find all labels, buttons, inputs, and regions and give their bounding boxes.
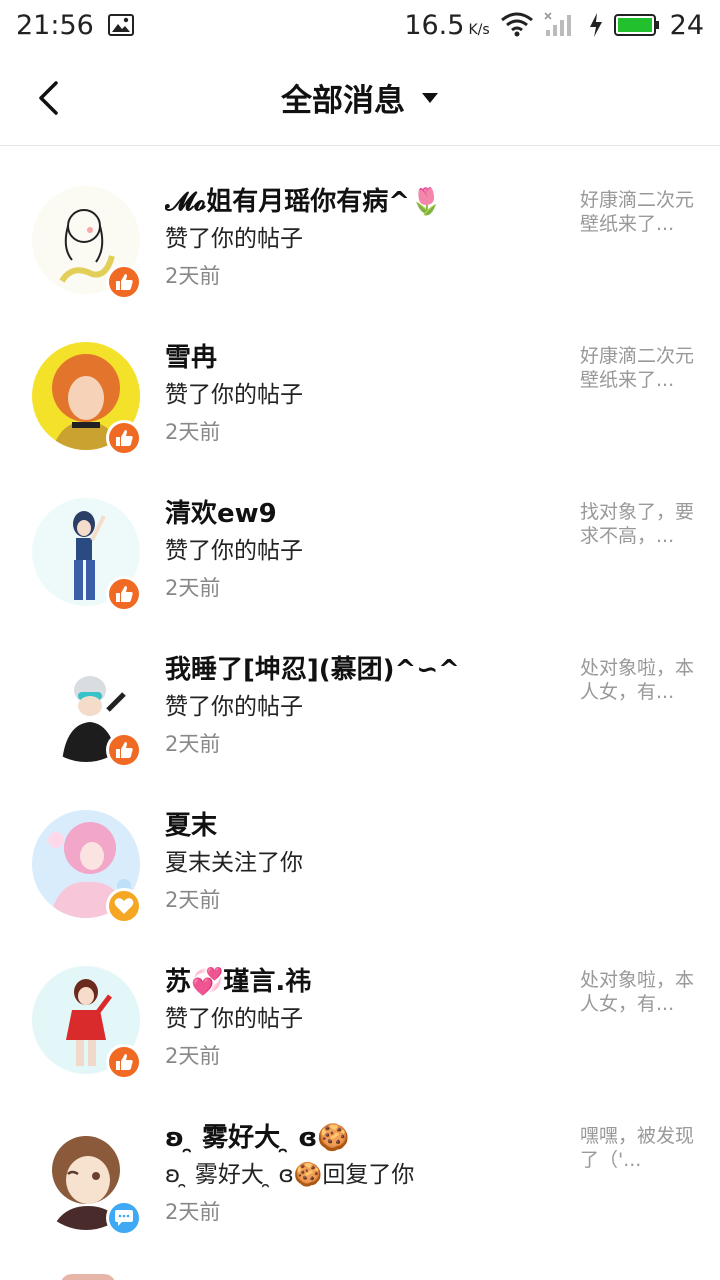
follow-badge [106, 888, 142, 924]
timestamp: 2天前 [165, 420, 221, 444]
avatar-wrap [32, 342, 142, 456]
avatar-wrap [32, 810, 142, 924]
like-badge [106, 420, 142, 456]
timestamp: 2天前 [165, 888, 221, 912]
timestamp: 2天前 [165, 264, 221, 288]
timestamp: 2天前 [165, 732, 221, 756]
caret-down-icon [422, 92, 438, 103]
post-preview[interactable]: 找对象了，要求不高，... [580, 500, 700, 548]
top-bar: 全部消息 [0, 50, 720, 146]
timestamp: 2天前 [165, 576, 221, 600]
message-item[interactable]: ʚ ̯ 雾好大 ̯ ɞ🍪 ʚ ̯ 雾好大 ̯ ɞ🍪回复了你 2天前 嘿嘿，被发现… [0, 1082, 720, 1238]
like-badge [106, 1044, 142, 1080]
action-text: 赞了你的帖子 [165, 538, 303, 564]
message-item[interactable]: 我睡了[坤忍](慕团)^∽^ 赞了你的帖子 2天前 处对象啦，本人女，有... [0, 614, 720, 770]
message-text: 𝓜𝓸姐有月瑶你有病^🌷 赞了你的帖子 2天前 [165, 184, 565, 292]
like-badge [106, 576, 142, 612]
avatar-wrap [32, 498, 142, 612]
thumbs-up-icon [116, 742, 133, 758]
message-text: 我睡了[坤忍](慕团)^∽^ 赞了你的帖子 2天前 [165, 652, 565, 760]
battery-level: 24 [669, 9, 704, 41]
message-text: 苏💞瑾言.祎 赞了你的帖子 2天前 [165, 964, 565, 1072]
avatar-wrap [32, 1122, 142, 1236]
network-speed: 16.5 K/s [404, 10, 489, 41]
speed-value: 16.5 [404, 9, 465, 41]
avatar-wrap [32, 966, 142, 1080]
image-icon [107, 14, 134, 36]
user-name[interactable]: 𝓜𝓸姐有月瑶你有病^🌷 [165, 184, 565, 220]
user-name[interactable]: 苏💞瑾言.祎 [165, 964, 565, 1000]
chat-bubble-icon [115, 1210, 133, 1226]
status-right: 16.5 K/s 24 [404, 10, 704, 41]
wifi-icon [500, 12, 534, 38]
message-item[interactable]: 夏末 夏末关注了你 2天前 [0, 770, 720, 926]
post-preview[interactable]: 嘿嘿，被发现了（'... [580, 1124, 700, 1172]
message-filter-dropdown[interactable]: 全部消息 [281, 75, 439, 120]
action-text: ʚ ̯ 雾好大 ̯ ɞ🍪回复了你 [165, 1162, 415, 1188]
next-avatar-peek [60, 1274, 116, 1280]
timestamp: 2天前 [165, 1044, 221, 1068]
post-preview[interactable]: 处对象啦，本人女，有... [580, 968, 700, 1016]
action-text: 赞了你的帖子 [165, 694, 303, 720]
action-text: 夏末关注了你 [165, 850, 303, 876]
message-list: 𝓜𝓸姐有月瑶你有病^🌷 赞了你的帖子 2天前 好康滴二次元壁纸来了... 雪冉 … [0, 146, 720, 1238]
speed-unit: K/s [468, 21, 490, 38]
user-name[interactable]: 夏末 [165, 808, 565, 844]
user-name[interactable]: 清欢ew9 [165, 496, 565, 532]
reply-badge [106, 1200, 142, 1236]
thumbs-up-icon [116, 1054, 133, 1070]
user-name[interactable]: ʚ ̯ 雾好大 ̯ ɞ🍪 [165, 1120, 565, 1156]
thumbs-up-icon [116, 430, 133, 446]
message-item[interactable]: 雪冉 赞了你的帖子 2天前 好康滴二次元壁纸来了... [0, 302, 720, 458]
message-item[interactable]: 清欢ew9 赞了你的帖子 2天前 找对象了，要求不高，... [0, 458, 720, 614]
battery-icon [613, 13, 660, 37]
message-item[interactable]: 𝓜𝓸姐有月瑶你有病^🌷 赞了你的帖子 2天前 好康滴二次元壁纸来了... [0, 146, 720, 302]
back-button[interactable] [24, 74, 72, 122]
user-name[interactable]: 我睡了[坤忍](慕团)^∽^ [165, 652, 565, 688]
message-text: 清欢ew9 赞了你的帖子 2天前 [165, 496, 565, 604]
heart-icon [114, 898, 134, 914]
post-preview[interactable]: 好康滴二次元壁纸来了... [580, 188, 700, 236]
post-preview[interactable]: 好康滴二次元壁纸来了... [580, 344, 700, 392]
avatar-wrap [32, 654, 142, 768]
user-name[interactable]: 雪冉 [165, 340, 565, 376]
signal-icon [544, 12, 578, 38]
avatar-wrap [32, 186, 142, 300]
status-bar: 21:56 16.5 K/s 24 [0, 0, 720, 50]
timestamp: 2天前 [165, 1200, 221, 1224]
post-preview[interactable]: 处对象啦，本人女，有... [580, 656, 700, 704]
action-text: 赞了你的帖子 [165, 226, 303, 252]
action-text: 赞了你的帖子 [165, 1006, 303, 1032]
message-item[interactable]: 苏💞瑾言.祎 赞了你的帖子 2天前 处对象啦，本人女，有... [0, 926, 720, 1082]
thumbs-up-icon [116, 274, 133, 290]
like-badge [106, 264, 142, 300]
action-text: 赞了你的帖子 [165, 382, 303, 408]
message-text: 夏末 夏末关注了你 2天前 [165, 808, 565, 916]
status-left: 21:56 [16, 10, 134, 41]
message-text: 雪冉 赞了你的帖子 2天前 [165, 340, 565, 448]
message-text: ʚ ̯ 雾好大 ̯ ɞ🍪 ʚ ̯ 雾好大 ̯ ɞ🍪回复了你 2天前 [165, 1120, 565, 1228]
charging-icon [588, 12, 604, 38]
chevron-left-icon [39, 81, 58, 115]
like-badge [106, 732, 142, 768]
status-time: 21:56 [16, 9, 94, 41]
page-title: 全部消息 [281, 83, 405, 119]
thumbs-up-icon [116, 586, 133, 602]
